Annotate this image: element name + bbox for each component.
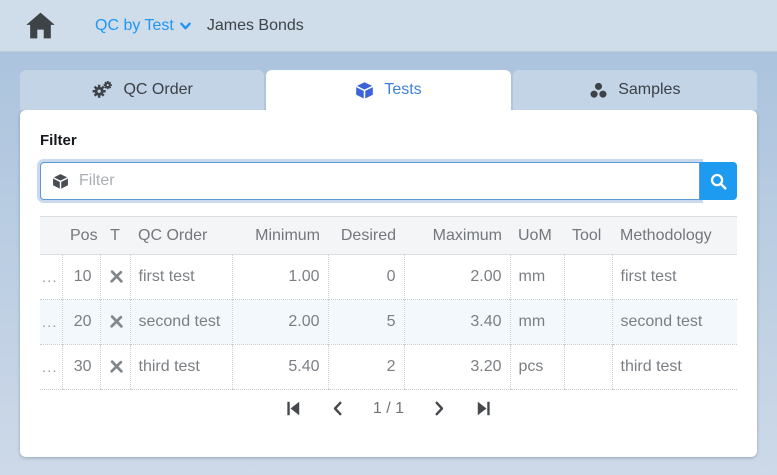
first-page-button[interactable]	[283, 399, 302, 418]
app-screen: QC by Test James Bonds QC Order	[0, 0, 777, 475]
home-button[interactable]	[25, 11, 56, 40]
row-menu-trigger[interactable]: ...	[40, 345, 62, 390]
cell-minimum: 2.00	[232, 300, 328, 345]
record-title: James Bonds	[207, 17, 304, 35]
chevron-left-icon	[329, 399, 346, 418]
tab-label: QC Order	[123, 81, 192, 99]
gears-icon	[91, 80, 113, 100]
col-header-tool: Tool	[564, 217, 612, 255]
cell-qc-order: second test	[130, 300, 232, 345]
tests-panel: Filter	[20, 110, 757, 457]
cell-minimum: 5.40	[232, 345, 328, 390]
cell-maximum: 3.20	[404, 345, 510, 390]
cell-uom: mm	[510, 255, 564, 300]
cube-icon	[52, 173, 69, 190]
col-header-qc-order: QC Order	[130, 217, 232, 255]
cell-methodology: first test	[612, 255, 737, 300]
tools-icon	[109, 314, 124, 329]
last-page-button[interactable]	[475, 399, 494, 418]
table-row[interactable]: ... 30 third test 5.40 2 3.20	[40, 345, 737, 390]
cell-pos: 20	[62, 300, 100, 345]
pagination: 1 / 1	[40, 399, 737, 418]
prev-page-button[interactable]	[329, 399, 346, 418]
cell-qc-order: third test	[130, 345, 232, 390]
first-page-icon	[283, 399, 302, 418]
col-header-uom: UoM	[510, 217, 564, 255]
tests-table: Pos T QC Order Minimum Desired Maximum U…	[40, 216, 737, 390]
cell-methodology: second test	[612, 300, 737, 345]
cell-type	[100, 345, 130, 390]
cell-uom: mm	[510, 300, 564, 345]
page-indicator: 1 / 1	[373, 400, 404, 418]
filter-input-wrap	[40, 162, 700, 200]
cell-desired: 2	[328, 345, 404, 390]
page-content: QC Order Tests Samples Filter	[0, 52, 777, 457]
cell-pos: 10	[62, 255, 100, 300]
col-header-minimum: Minimum	[232, 217, 328, 255]
cell-qc-order: first test	[130, 255, 232, 300]
tab-bar: QC Order Tests Samples	[20, 70, 757, 110]
row-menu-trigger[interactable]: ...	[40, 255, 62, 300]
col-header-menu	[40, 217, 62, 255]
col-header-type: T	[100, 217, 130, 255]
filter-section-label: Filter	[40, 132, 737, 149]
col-header-desired: Desired	[328, 217, 404, 255]
col-header-pos: Pos	[62, 217, 100, 255]
tab-samples[interactable]: Samples	[513, 70, 757, 110]
cell-tool	[564, 345, 612, 390]
chevron-down-icon	[180, 22, 191, 30]
tab-label: Samples	[618, 81, 680, 99]
row-menu-trigger[interactable]: ...	[40, 300, 62, 345]
cell-type	[100, 255, 130, 300]
table-row[interactable]: ... 20 second test 2.00 5 3.40	[40, 300, 737, 345]
chevron-right-icon	[431, 399, 448, 418]
cell-pos: 30	[62, 345, 100, 390]
home-icon	[25, 11, 56, 40]
tools-icon	[109, 359, 124, 374]
cell-methodology: third test	[612, 345, 737, 390]
col-header-maximum: Maximum	[404, 217, 510, 255]
nav-dropdown-label: QC by Test	[95, 17, 174, 35]
table-header-row: Pos T QC Order Minimum Desired Maximum U…	[40, 217, 737, 255]
cell-desired: 5	[328, 300, 404, 345]
filter-input[interactable]	[79, 172, 688, 190]
qc-by-test-dropdown[interactable]: QC by Test	[95, 17, 191, 35]
cell-desired: 0	[328, 255, 404, 300]
filter-bar	[40, 162, 737, 200]
topbar: QC by Test James Bonds	[0, 0, 777, 52]
cube-icon	[355, 81, 374, 100]
last-page-icon	[475, 399, 494, 418]
tools-icon	[109, 269, 124, 284]
tab-qc-order[interactable]: QC Order	[20, 70, 264, 110]
cell-tool	[564, 255, 612, 300]
search-button[interactable]	[700, 162, 737, 200]
search-icon	[709, 172, 728, 191]
cell-uom: pcs	[510, 345, 564, 390]
cell-tool	[564, 300, 612, 345]
table-row[interactable]: ... 10 first test 1.00 0 2.00	[40, 255, 737, 300]
next-page-button[interactable]	[431, 399, 448, 418]
cell-minimum: 1.00	[232, 255, 328, 300]
tab-tests[interactable]: Tests	[266, 70, 510, 110]
cell-maximum: 3.40	[404, 300, 510, 345]
tab-label: Tests	[384, 81, 421, 99]
samples-icon	[589, 81, 608, 100]
cell-maximum: 2.00	[404, 255, 510, 300]
cell-type	[100, 300, 130, 345]
col-header-methodology: Methodology	[612, 217, 737, 255]
